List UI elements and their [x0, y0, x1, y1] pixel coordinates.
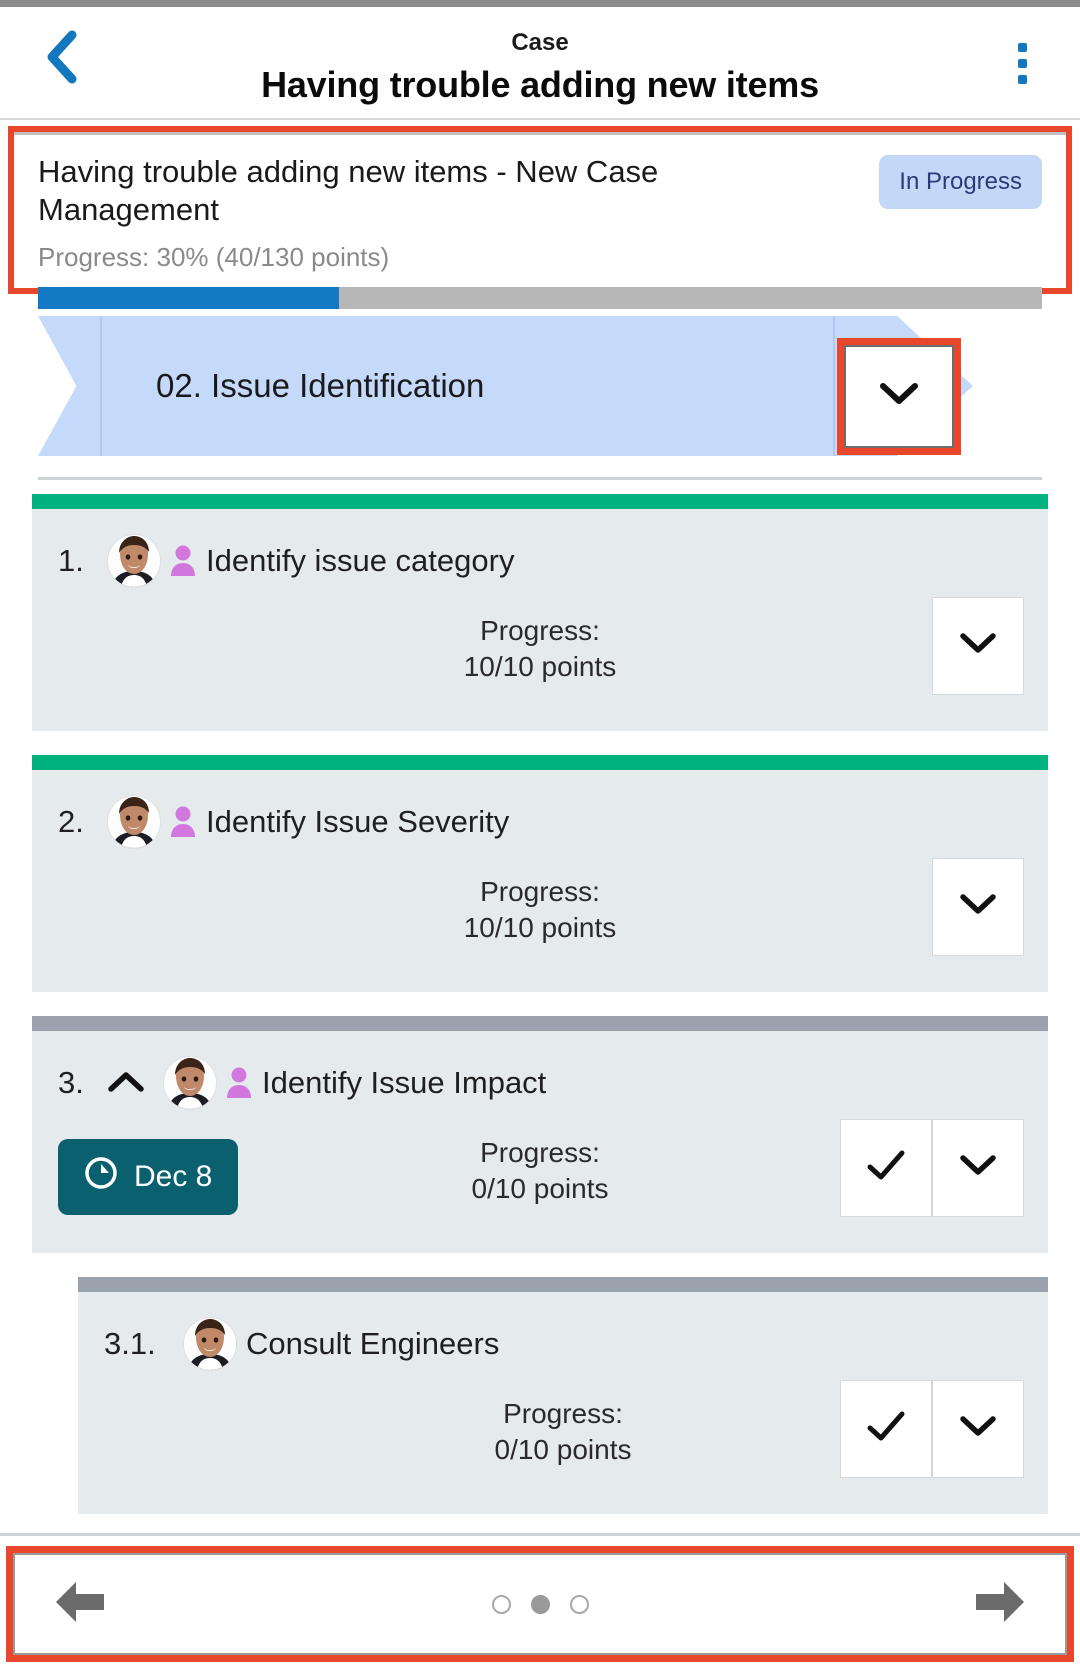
task-meta-row: Progress: 10/10 points [32, 597, 1048, 709]
task-progress: Progress: 10/10 points [32, 613, 1048, 685]
page-title: Having trouble adding new items [261, 64, 819, 105]
task-expand-button[interactable] [932, 1380, 1024, 1478]
chevron-down-icon [958, 631, 998, 662]
kebab-dot [1017, 74, 1027, 84]
status-strip [0, 0, 1080, 7]
person-icon [170, 545, 196, 577]
check-icon [866, 1410, 906, 1449]
app-screen: Case Having trouble adding new items Hav… [0, 0, 1080, 1670]
header-titles: Case Having trouble adding new items [0, 29, 1080, 107]
pagination-dot[interactable] [530, 1594, 550, 1614]
kebab-dot [1017, 42, 1027, 52]
stage-banner-body: 02. Issue Identification [100, 316, 835, 456]
task-body: 2. Identify Issue Severity Progress: 10/10 … [32, 770, 1048, 992]
chevron-tail-shape [38, 316, 100, 456]
app-header: Case Having trouble adding new items [0, 7, 1080, 120]
task-progress-points: 10/10 points [463, 651, 617, 682]
stage-banner[interactable]: 02. Issue Identification [38, 316, 973, 456]
task-name: Consult Engineers [246, 1326, 500, 1361]
avatar [184, 1318, 236, 1370]
stage-toggle-highlight [837, 338, 961, 455]
task-list: 1. Identify issue category Progress: 10/10 … [0, 494, 1080, 1514]
person-icon [226, 1067, 252, 1099]
chevron-down-icon [958, 892, 998, 923]
task-expand-button[interactable] [932, 597, 1024, 695]
task-name: Identify issue category [206, 543, 515, 578]
previous-page-button[interactable] [45, 1569, 115, 1639]
task-header-row: 3.1. Consult Engineers [78, 1318, 1048, 1370]
task-progress-points: 10/10 points [463, 912, 617, 943]
stage-expand-button[interactable] [844, 345, 954, 448]
task-name: Identify Issue Severity [206, 804, 510, 839]
case-summary-card[interactable]: Having trouble adding new items - New Ca… [8, 126, 1072, 309]
task-action-group [840, 1380, 1024, 1478]
task-complete-button[interactable] [840, 1119, 932, 1217]
task-complete-button[interactable] [840, 1380, 932, 1478]
pagination-dot[interactable] [491, 1594, 511, 1614]
case-title: Having trouble adding new items - New Ca… [38, 154, 659, 227]
task-card[interactable]: 1. Identify issue category Progress: 10/10 … [32, 494, 1048, 731]
bottom-navigation [13, 1553, 1067, 1655]
arrow-left-icon [50, 1576, 110, 1633]
task-expand-button[interactable] [932, 1119, 1024, 1217]
next-page-button[interactable] [965, 1569, 1035, 1639]
avatar [108, 796, 160, 848]
task-status-bar [32, 1016, 1048, 1031]
task-header-row: 1. Identify issue category [32, 535, 1048, 587]
task-body: 1. Identify issue category Progress: 10/10 … [32, 509, 1048, 731]
case-progress-bar [38, 287, 1042, 309]
chevron-down-icon [958, 1414, 998, 1445]
task-card[interactable]: 3. Identify Issue Impact Dec 8 Progress: 0/1… [32, 1016, 1048, 1253]
chevron-down-icon [877, 380, 921, 413]
task-number: 2. [58, 804, 84, 839]
task-progress-label: Progress: [480, 615, 600, 646]
task-number: 1. [58, 543, 84, 578]
chevron-up-icon [106, 1068, 146, 1099]
kebab-dot [1017, 58, 1027, 68]
stage-label: 02. Issue Identification [156, 367, 485, 404]
pagination-dots [491, 1594, 589, 1614]
case-summary-inner: Having trouble adding new items - New Ca… [14, 132, 1066, 309]
check-icon [866, 1149, 906, 1188]
pagination-dot[interactable] [569, 1594, 589, 1614]
chevron-down-icon [958, 1153, 998, 1184]
task-action-group [932, 597, 1024, 695]
kebab-menu-icon[interactable] [1000, 35, 1044, 91]
task-action-group [840, 1119, 1024, 1217]
task-card[interactable]: 3.1. Consult Engineers Progress: 0/10 point… [78, 1277, 1048, 1514]
task-body: 3. Identify Issue Impact Dec 8 Progress: 0/1… [32, 1031, 1048, 1253]
case-progress-label: Progress: 30% (40/130 points) [38, 242, 390, 272]
arrow-right-icon [970, 1576, 1030, 1633]
task-body: 3.1. Consult Engineers Progress: 0/10 point… [78, 1292, 1048, 1514]
task-card[interactable]: 2. Identify Issue Severity Progress: 10/10 … [32, 755, 1048, 992]
task-progress-label: Progress: [480, 876, 600, 907]
avatar [164, 1057, 216, 1109]
task-status-bar [32, 494, 1048, 509]
task-meta-row: Dec 8 Progress: 0/10 points [32, 1119, 1048, 1231]
task-status-bar [78, 1277, 1048, 1292]
task-name: Identify Issue Impact [262, 1065, 547, 1100]
header-eyebrow: Case [511, 29, 569, 56]
status-badge: In Progress [879, 155, 1042, 209]
stage-divider [38, 477, 1042, 480]
avatar [108, 535, 160, 587]
task-collapse-button[interactable] [106, 1068, 146, 1099]
task-expand-button[interactable] [932, 858, 1024, 956]
task-meta-row: Progress: 0/10 points [78, 1380, 1048, 1492]
task-number: 3.1. [104, 1326, 156, 1361]
case-summary-row: Having trouble adding new items - New Ca… [38, 153, 1042, 229]
stage-banner-zone: 02. Issue Identification [0, 316, 1080, 480]
task-number: 3. [58, 1065, 84, 1100]
task-header-row: 2. Identify Issue Severity [32, 796, 1048, 848]
person-icon [170, 806, 196, 838]
task-header-row: 3. Identify Issue Impact [32, 1057, 1048, 1109]
task-status-bar [32, 755, 1048, 770]
bottom-nav-highlight [6, 1546, 1074, 1662]
bottom-divider [0, 1533, 1080, 1536]
task-action-group [932, 858, 1024, 956]
task-progress: Progress: 10/10 points [32, 874, 1048, 946]
case-progress-fill [38, 287, 340, 309]
task-meta-row: Progress: 10/10 points [32, 858, 1048, 970]
